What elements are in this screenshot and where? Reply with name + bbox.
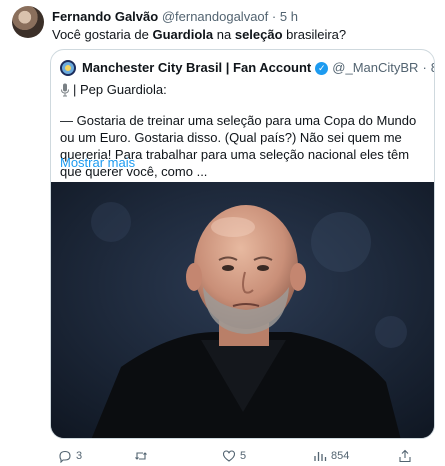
like-button[interactable]: 5 <box>222 447 246 465</box>
quoted-author-handle[interactable]: @_ManCityBR <box>332 60 418 76</box>
like-count: 5 <box>240 450 247 462</box>
share-icon <box>399 449 411 463</box>
separator-dot: · <box>271 9 277 24</box>
reply-count: 3 <box>76 450 83 462</box>
photo-illustration <box>51 182 434 438</box>
tweet-text-part: Você gostaria de <box>52 27 153 42</box>
show-more-link[interactable]: Mostrar mais <box>60 155 135 171</box>
quoted-author-name[interactable]: Manchester City Brasil | Fan Account <box>82 60 311 76</box>
quoted-tweet-intro: | Pep Guardiola: <box>60 82 167 98</box>
share-button[interactable] <box>398 447 416 465</box>
quoted-tweet-intro-text: | Pep Guardiola: <box>73 82 167 97</box>
views-icon <box>314 452 327 461</box>
views-button[interactable]: 854 <box>313 447 349 465</box>
views-count: 854 <box>331 450 350 462</box>
tweet-text-part: brasileira? <box>282 27 347 42</box>
quoted-tweet-time[interactable]: 8 h <box>431 60 434 76</box>
separator-dot: · <box>422 60 427 75</box>
tweet-header: Fernando Galvão @fernandogalvaof · 5 h <box>52 9 298 25</box>
microphone-icon <box>61 83 69 97</box>
author-name[interactable]: Fernando Galvão <box>52 9 158 24</box>
tweet-time[interactable]: 5 h <box>280 9 298 24</box>
club-logo-avatar[interactable] <box>60 60 76 76</box>
tweet-text: Você gostaria de Guardiola na seleção br… <box>52 27 346 43</box>
author-avatar[interactable] <box>12 6 44 38</box>
retweet-button[interactable] <box>134 447 152 465</box>
quoted-tweet[interactable]: Manchester City Brasil | Fan Account ✓ @… <box>50 49 435 439</box>
tweet-text-bold: Guardiola <box>152 27 214 42</box>
verified-badge-icon: ✓ <box>315 61 329 75</box>
reply-icon <box>59 450 71 463</box>
tweet-actions: 3 5 854 <box>50 447 435 465</box>
tweet-text-part: na <box>213 27 235 42</box>
tweet-text-bold: seleção <box>234 27 283 42</box>
author-handle[interactable]: @fernandogalvaof <box>162 9 268 24</box>
quoted-tweet-header: Manchester City Brasil | Fan Account ✓ @… <box>60 60 434 76</box>
like-icon <box>222 450 236 462</box>
reply-button[interactable]: 3 <box>58 447 82 465</box>
retweet-icon <box>135 452 147 460</box>
tweet-photo[interactable] <box>51 182 434 438</box>
tweet[interactable]: Fernando Galvão @fernandogalvaof · 5 h V… <box>0 0 445 466</box>
